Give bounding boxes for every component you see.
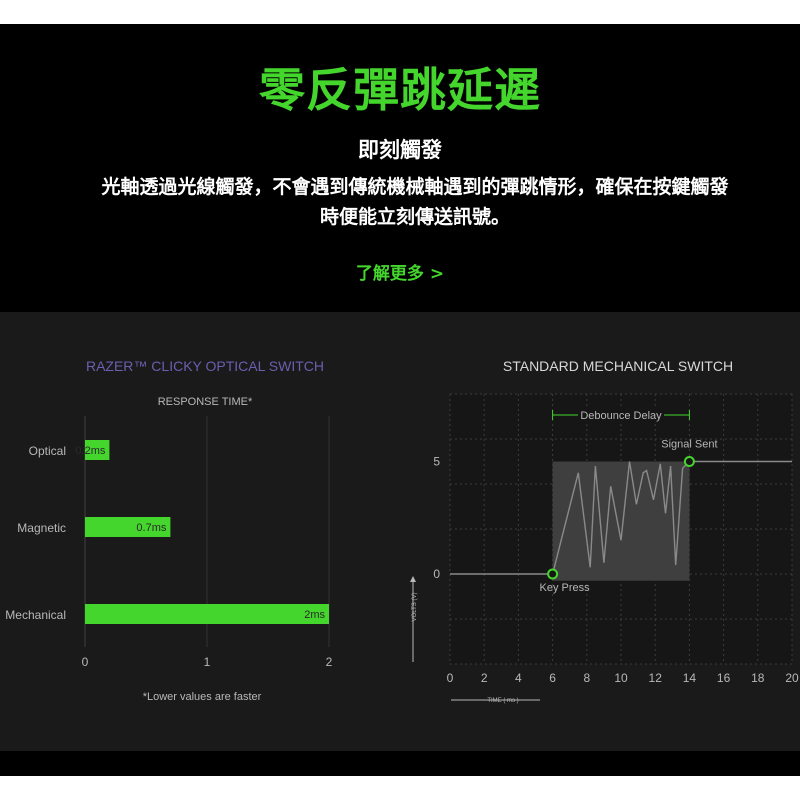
left-chart-subtitle: RESPONSE TIME* xyxy=(158,396,253,408)
charts-canvas: RAZER™ CLICKY OPTICAL SWITCH RESPONSE TI… xyxy=(5,358,799,704)
right-y-tick: 0 xyxy=(433,567,440,581)
right-x-tick: 4 xyxy=(515,671,522,685)
left-chart-note: *Lower values are faster xyxy=(143,691,262,703)
banner-description: 光軸透過光線觸發，不會遇到傳統機械軸遇到的彈跳情形，確保在按鍵觸發時便能立刻傳送… xyxy=(101,176,729,228)
right-x-tick: 0 xyxy=(447,671,454,685)
right-chart-title: STANDARD MECHANICAL SWITCH xyxy=(503,358,733,374)
left-x-tick: 2 xyxy=(326,655,333,669)
charts-section: RAZER™ CLICKY OPTICAL SWITCH RESPONSE TI… xyxy=(0,312,800,751)
y-axis-arrow-head xyxy=(410,576,416,582)
left-chart-plot: Optical 0.2ms Magnetic 0.7ms Mechanical 2ms 0 1… xyxy=(5,416,333,669)
bar-value-label: 0.2ms xyxy=(75,445,105,457)
bar-category-label: Magnetic xyxy=(17,521,66,535)
right-y-tick: 5 xyxy=(433,455,440,469)
bar-value-label: 0.7ms xyxy=(136,522,166,534)
bar xyxy=(85,604,329,624)
key-press-label: Key Press xyxy=(540,582,591,594)
right-x-tick: 2 xyxy=(481,671,488,685)
right-chart-plot: Debounce Delay Key Press Signal Sent 0 5 0 2 4 6… xyxy=(410,393,799,704)
left-chart-title: RAZER™ CLICKY OPTICAL SWITCH xyxy=(86,358,324,374)
bar-category-label: Optical xyxy=(29,444,66,458)
signal-sent-label: Signal Sent xyxy=(661,439,717,451)
x-axis-label: TIME ( ms ) xyxy=(487,698,518,704)
banner-title: 零反彈跳延遲 xyxy=(259,63,541,117)
right-x-tick: 14 xyxy=(683,671,697,685)
bar-value-label: 2ms xyxy=(304,609,325,621)
right-x-tick: 20 xyxy=(785,671,799,685)
debounce-label: Debounce Delay xyxy=(580,410,662,422)
banner-subtitle: 即刻觸發 xyxy=(358,138,442,162)
right-x-tick: 12 xyxy=(649,671,663,685)
bar-category-label: Mechanical xyxy=(5,608,66,622)
banner: 零反彈跳延遲 即刻觸發 光軸透過光線觸發，不會遇到傳統機械軸遇到的彈跳情形，確保… xyxy=(0,24,800,312)
right-x-tick: 16 xyxy=(717,671,731,685)
right-x-tick: 10 xyxy=(614,671,628,685)
left-x-tick: 0 xyxy=(82,655,89,669)
right-x-tick: 18 xyxy=(751,671,765,685)
learn-more-link[interactable]: 了解更多 > xyxy=(0,259,800,284)
signal-sent-marker xyxy=(683,456,695,467)
y-axis-label: VOLTS (V) xyxy=(412,593,418,622)
bottom-strip xyxy=(0,751,800,776)
left-x-tick: 1 xyxy=(204,655,211,669)
right-x-tick: 8 xyxy=(583,671,590,685)
key-press-marker xyxy=(547,568,559,580)
right-x-tick: 6 xyxy=(549,671,556,685)
